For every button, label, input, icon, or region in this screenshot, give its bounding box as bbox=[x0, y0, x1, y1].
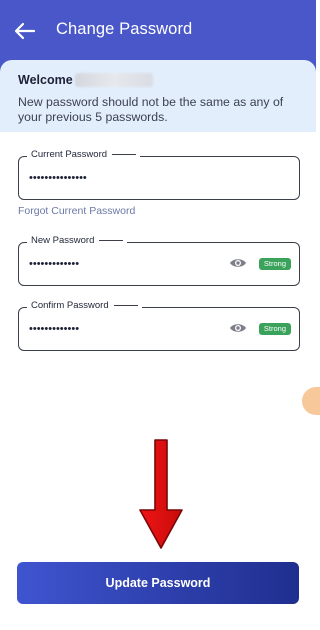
forgot-password-link[interactable]: Forgot Current Password bbox=[18, 205, 135, 217]
current-password-value[interactable]: ••••••••••••••• bbox=[29, 173, 87, 184]
new-password-field[interactable]: New Password ••••••••••••• Strong bbox=[18, 235, 300, 286]
new-password-value[interactable]: ••••••••••••• bbox=[29, 259, 79, 270]
new-password-label: New Password bbox=[27, 235, 128, 246]
blurred-username bbox=[74, 73, 153, 87]
page-title: Change Password bbox=[56, 20, 193, 38]
update-password-button[interactable]: Update Password bbox=[17, 562, 299, 604]
confirm-password-field[interactable]: Confirm Password ••••••••••••• Strong bbox=[18, 300, 300, 351]
welcome-row: Welcome bbox=[18, 73, 153, 87]
confirm-password-value[interactable]: ••••••••••••• bbox=[29, 324, 79, 335]
password-policy-text: New password should not be the same as a… bbox=[18, 95, 284, 124]
eye-icon[interactable] bbox=[229, 321, 247, 335]
strength-badge: Strong bbox=[258, 323, 291, 335]
current-password-label: Current Password bbox=[27, 149, 141, 160]
app-header: Change Password bbox=[0, 0, 316, 60]
eye-icon[interactable] bbox=[229, 256, 247, 270]
confirm-password-label: Confirm Password bbox=[27, 300, 142, 311]
current-password-field[interactable]: Current Password ••••••••••••••• bbox=[18, 149, 300, 200]
arrow-down-icon bbox=[139, 439, 183, 549]
welcome-text: Welcome bbox=[18, 73, 73, 87]
arrow-left-icon[interactable] bbox=[12, 18, 38, 44]
strength-badge: Strong bbox=[258, 258, 291, 270]
